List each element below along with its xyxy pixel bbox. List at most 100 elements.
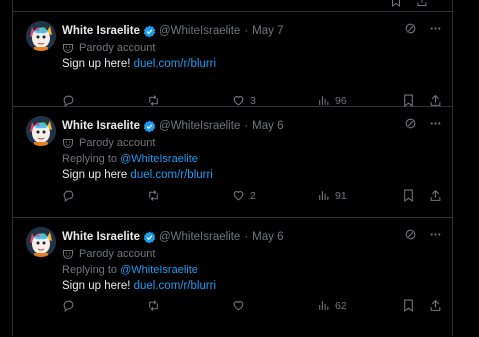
retweet-button[interactable] <box>147 299 232 312</box>
share-icon[interactable] <box>416 0 428 7</box>
more-icon[interactable] <box>429 22 442 35</box>
tweet-link[interactable]: duel.com/r/blurri <box>130 169 212 181</box>
views-icon <box>317 299 330 312</box>
reply-prefix: Replying to <box>62 153 121 165</box>
parody-mask-icon <box>62 248 74 260</box>
share-icon <box>429 94 442 107</box>
reply-handle-link[interactable]: @WhiteIsraelite <box>120 264 198 276</box>
author-handle[interactable]: @WhiteIsraelite <box>159 25 240 37</box>
tweet-body: Sign up here! <box>62 280 134 292</box>
retweet-button[interactable] <box>147 189 232 202</box>
reply-icon <box>62 94 75 107</box>
tweet-body: Sign up here! <box>62 58 134 70</box>
tweet-date[interactable]: May 6 <box>252 231 283 243</box>
share-button[interactable] <box>429 299 442 312</box>
like-icon <box>232 299 245 312</box>
share-button[interactable] <box>429 189 442 202</box>
like-icon <box>232 189 245 202</box>
author-name[interactable]: White Israelite <box>62 25 140 37</box>
views-icon <box>317 189 330 202</box>
view-count: 96 <box>335 94 347 107</box>
tweet-header: White Israelite @WhiteIsraelite · May 6 <box>62 117 442 135</box>
tweet-text: Sign up here! duel.com/r/blurri <box>62 56 442 72</box>
retweet-icon <box>147 94 160 107</box>
like-count: 3 <box>250 94 256 107</box>
like-count: 2 <box>250 189 256 202</box>
views-button[interactable]: 96 <box>317 94 402 107</box>
more-icon[interactable] <box>429 228 442 241</box>
views-button[interactable]: 62 <box>317 299 402 312</box>
tweet-date[interactable]: May 7 <box>252 25 283 37</box>
author-handle[interactable]: @WhiteIsraelite <box>159 231 240 243</box>
share-button[interactable] <box>429 94 442 107</box>
parody-label: Parody account <box>62 246 442 262</box>
parody-label: Parody account <box>62 135 442 151</box>
views-icon <box>317 94 330 107</box>
share-icon <box>429 189 442 202</box>
reply-handle-link[interactable]: @WhiteIsraelite <box>120 153 198 165</box>
parody-label-text: Parody account <box>79 42 156 54</box>
tweet-actions: 62 <box>62 299 442 312</box>
timeline-feed: White Israelite @WhiteIsraelite · May 7 <box>12 0 453 336</box>
author-name[interactable]: White Israelite <box>62 231 140 243</box>
more-icon[interactable] <box>429 117 442 130</box>
tweet-text: Sign up here duel.com/r/blurri <box>62 167 442 183</box>
view-count: 91 <box>335 189 347 202</box>
author-name[interactable]: White Israelite <box>62 120 140 132</box>
tweet-date[interactable]: May 6 <box>252 120 283 132</box>
verified-badge-icon <box>143 25 156 38</box>
previous-tweet-actions <box>13 0 452 12</box>
tweet-body: Sign up here <box>62 169 131 181</box>
verified-badge-icon <box>143 231 156 244</box>
grok-icon[interactable] <box>404 117 417 130</box>
avatar[interactable] <box>26 227 56 257</box>
grok-icon[interactable] <box>404 228 417 241</box>
tweet-actions: 3 96 <box>62 94 442 107</box>
avatar[interactable] <box>26 116 56 146</box>
replying-to: Replying to @WhiteIsraelite <box>62 151 442 167</box>
author-handle[interactable]: @WhiteIsraelite <box>159 120 240 132</box>
parody-label: Parody account <box>62 40 442 56</box>
separator: · <box>244 120 249 132</box>
parody-mask-icon <box>62 42 74 54</box>
reply-button[interactable] <box>62 94 147 107</box>
like-icon <box>232 94 245 107</box>
tweet[interactable]: White Israelite @WhiteIsraelite · May 7 <box>13 12 452 107</box>
parody-mask-icon <box>62 137 74 149</box>
avatar[interactable] <box>26 21 56 51</box>
view-count: 62 <box>335 299 347 312</box>
like-button[interactable]: 3 <box>232 94 317 107</box>
views-button[interactable]: 91 <box>317 189 402 202</box>
reply-button[interactable] <box>62 299 147 312</box>
bookmark-button[interactable] <box>402 94 415 107</box>
tweet-actions: 2 91 <box>62 189 442 202</box>
tweet-text: Sign up here! duel.com/r/blurri <box>62 278 442 294</box>
retweet-button[interactable] <box>147 94 232 107</box>
tweet-link[interactable]: duel.com/r/blurri <box>134 58 216 70</box>
separator: · <box>244 25 249 37</box>
share-icon <box>429 299 442 312</box>
parody-label-text: Parody account <box>79 137 156 149</box>
verified-badge-icon <box>143 120 156 133</box>
tweet-link[interactable]: duel.com/r/blurri <box>134 280 216 292</box>
tweet-header: White Israelite @WhiteIsraelite · May 7 <box>62 22 442 40</box>
tweet[interactable]: White Israelite @WhiteIsraelite · May 6 <box>13 218 452 337</box>
like-button[interactable]: 2 <box>232 189 317 202</box>
bookmark-icon <box>402 94 415 107</box>
reply-button[interactable] <box>62 189 147 202</box>
like-button[interactable] <box>232 299 317 312</box>
tweet-header: White Israelite @WhiteIsraelite · May 6 <box>62 228 442 246</box>
retweet-icon <box>147 299 160 312</box>
bookmark-button[interactable] <box>402 189 415 202</box>
bookmark-button[interactable] <box>402 299 415 312</box>
bookmark-icon[interactable] <box>390 0 402 7</box>
tweet[interactable]: White Israelite @WhiteIsraelite · May 6 <box>13 107 452 218</box>
retweet-icon <box>147 189 160 202</box>
reply-icon <box>62 299 75 312</box>
grok-icon[interactable] <box>404 22 417 35</box>
parody-label-text: Parody account <box>79 248 156 260</box>
reply-icon <box>62 189 75 202</box>
separator: · <box>244 231 249 243</box>
reply-prefix: Replying to <box>62 264 121 276</box>
bookmark-icon <box>402 299 415 312</box>
